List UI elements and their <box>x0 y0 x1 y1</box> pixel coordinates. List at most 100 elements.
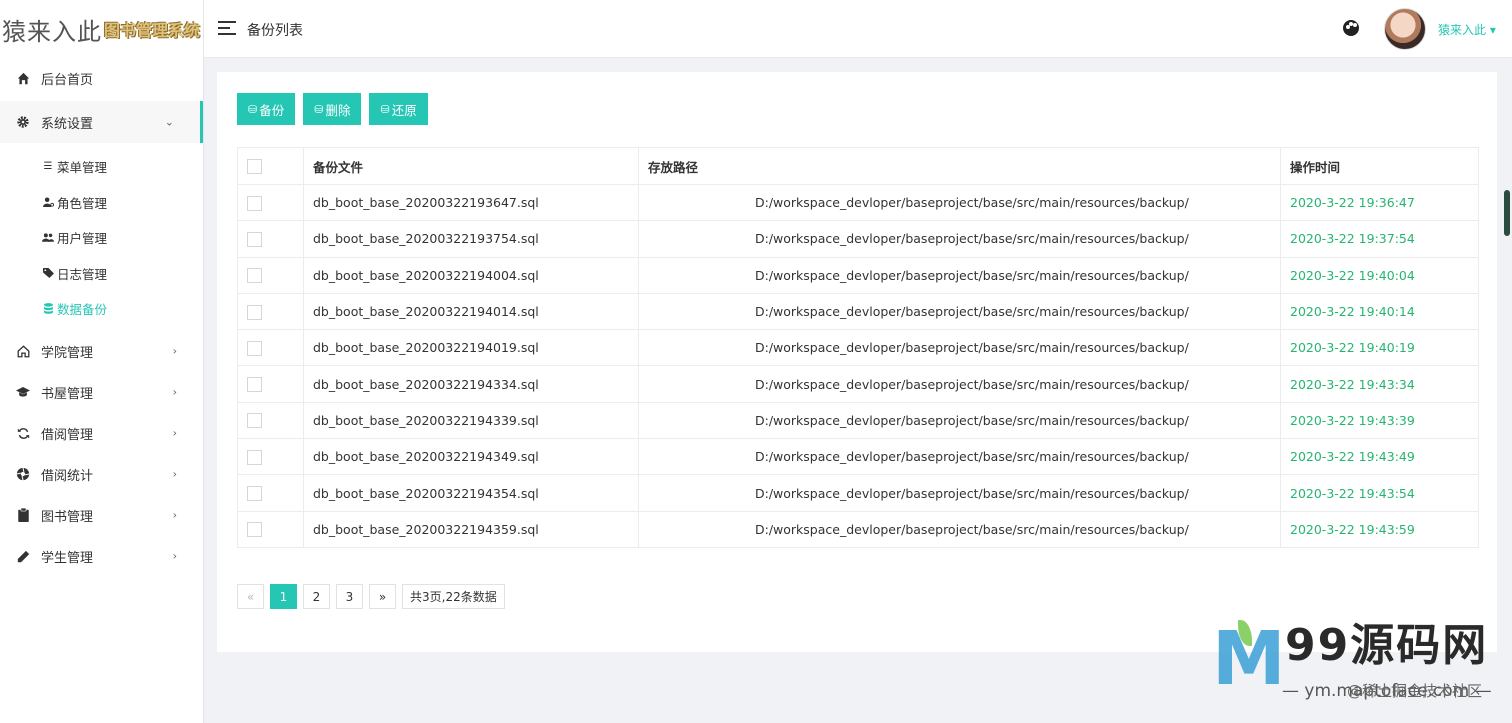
table-row[interactable]: db_boot_base_20200322194349.sql D:/worksp… <box>237 438 1479 476</box>
menu-toggle-icon[interactable] <box>218 21 236 35</box>
page-3-button[interactable]: 3 <box>336 584 363 609</box>
page-2-button[interactable]: 2 <box>303 584 330 609</box>
row-select-cell <box>237 438 304 476</box>
database-icon <box>42 303 54 315</box>
row-checkbox[interactable] <box>247 449 262 465</box>
select-all-cell <box>237 147 304 185</box>
row-select-cell <box>237 401 304 440</box>
table-row[interactable]: db_boot_base_20200322194019.sql D:/worksp… <box>237 329 1479 367</box>
operation-time-cell: 2020-3-22 19:36:47 <box>1280 183 1479 222</box>
chevron-right-icon: › <box>172 385 177 399</box>
scrollbar-thumb[interactable] <box>1504 190 1510 236</box>
list-icon: ☰ <box>43 161 53 173</box>
table-row[interactable]: db_boot_base_20200322194339.sql D:/worksp… <box>237 401 1479 440</box>
watermark-logo: M <box>1212 616 1286 702</box>
operation-time-cell: 2020-3-22 19:43:49 <box>1280 438 1479 476</box>
row-checkbox[interactable] <box>247 486 262 502</box>
pagination-summary: 共3页,22条数据 <box>402 584 505 609</box>
database-icon: ⛁ <box>248 102 258 116</box>
sidebar-subitem-label: 用户管理 <box>57 231 108 247</box>
backup-table: 备份文件 存放路径 操作时间 db_boot_base_202003221936… <box>237 147 1479 548</box>
operation-time-cell: 2020-3-22 19:43:59 <box>1280 510 1479 548</box>
backup-button-label: 备份 <box>259 102 285 118</box>
sidebar-subitem-role-management[interactable]: 角色管理 <box>0 185 203 221</box>
operation-time-cell: 2020-3-22 19:40:14 <box>1280 292 1479 331</box>
restore-button[interactable]: ⛁ 还原 <box>369 93 428 125</box>
backup-button[interactable]: ⛁ 备份 <box>237 93 296 125</box>
next-page-button[interactable]: » <box>369 584 396 609</box>
storage-path-cell: D:/workspace_devloper/baseproject/base/s… <box>638 220 1281 258</box>
sidebar-subitem-log-management[interactable]: 日志管理 <box>0 256 203 292</box>
sidebar-item-label: 借阅统计 <box>41 468 94 484</box>
row-checkbox[interactable] <box>247 340 262 356</box>
sidebar-subitem-label: 日志管理 <box>57 266 108 282</box>
sidebar-item-student-management[interactable]: 学生管理 › <box>0 536 203 577</box>
sidebar-item-home[interactable]: 后台首页 <box>0 58 203 99</box>
sidebar-item-borrow-management[interactable]: 借阅管理 › <box>0 413 203 454</box>
table-row[interactable]: db_boot_base_20200322194014.sql D:/worksp… <box>237 292 1479 331</box>
backup-file-cell: db_boot_base_20200322194004.sql <box>303 256 639 294</box>
storage-path-cell: D:/workspace_devloper/baseproject/base/s… <box>638 365 1281 403</box>
column-header-time: 操作时间 <box>1280 147 1479 185</box>
sidebar-item-label: 借阅管理 <box>41 427 94 443</box>
operation-time-cell: 2020-3-22 19:43:39 <box>1280 401 1479 440</box>
row-select-cell <box>237 183 304 222</box>
table-row[interactable]: db_boot_base_20200322194004.sql D:/worksp… <box>237 256 1479 294</box>
sidebar-item-label: 图书管理 <box>41 509 94 525</box>
table-row[interactable]: db_boot_base_20200322193754.sql D:/worksp… <box>237 220 1479 258</box>
operation-time-cell: 2020-3-22 19:43:54 <box>1280 474 1479 512</box>
logo-main-text: 猿来入此 <box>2 17 102 46</box>
app-logo[interactable]: 猿来入此 图书管理系统 <box>0 0 203 58</box>
pencil-icon <box>16 549 30 563</box>
storage-path-cell: D:/workspace_devloper/baseproject/base/s… <box>638 510 1281 548</box>
select-all-checkbox[interactable] <box>247 159 262 174</box>
sidebar-item-bookhouse-management[interactable]: 书屋管理 › <box>0 372 203 413</box>
table-row[interactable]: db_boot_base_20200322194359.sql D:/worksp… <box>237 510 1479 548</box>
watermark-text: 99源码网 <box>1285 620 1489 671</box>
top-header: 备份列表 猿来入此 ▾ <box>204 0 1512 58</box>
user-avatar[interactable] <box>1384 8 1426 50</box>
storage-path-cell: D:/workspace_devloper/baseproject/base/s… <box>638 256 1281 294</box>
row-checkbox[interactable] <box>247 268 262 284</box>
chevron-right-icon: › <box>172 467 177 481</box>
backup-file-cell: db_boot_base_20200322194359.sql <box>303 510 639 548</box>
backup-file-cell: db_boot_base_20200322194014.sql <box>303 292 639 331</box>
sidebar-item-system-settings[interactable]: 系统设置 ⌄ <box>0 101 203 143</box>
sidebar-subitem-menu-management[interactable]: ☰ 菜单管理 <box>0 149 203 185</box>
delete-button-label: 删除 <box>325 102 351 118</box>
row-select-cell <box>237 365 304 403</box>
table-row[interactable]: db_boot_base_20200322193647.sql D:/worksp… <box>237 183 1479 222</box>
backup-file-cell: db_boot_base_20200322194019.sql <box>303 329 639 367</box>
user-menu-dropdown[interactable]: 猿来入此 ▾ <box>1438 21 1496 38</box>
chevron-right-icon: › <box>172 549 177 563</box>
delete-button[interactable]: ⛁ 删除 <box>303 93 362 125</box>
row-checkbox[interactable] <box>247 522 262 538</box>
palette-icon[interactable] <box>1343 20 1359 36</box>
sidebar-subitem-user-management[interactable]: 用户管理 <box>0 220 203 256</box>
database-icon: ⛁ <box>380 102 390 116</box>
storage-path-cell: D:/workspace_devloper/baseproject/base/s… <box>638 292 1281 331</box>
operation-time-cell: 2020-3-22 19:37:54 <box>1280 220 1479 258</box>
page-1-button[interactable]: 1 <box>270 584 297 609</box>
chevron-right-icon: › <box>172 426 177 440</box>
sidebar-item-label: 学生管理 <box>41 550 94 566</box>
storage-path-cell: D:/workspace_devloper/baseproject/base/s… <box>638 474 1281 512</box>
sidebar-item-borrow-statistics[interactable]: 借阅统计 › <box>0 454 203 495</box>
table-row[interactable]: db_boot_base_20200322194334.sql D:/worksp… <box>237 365 1479 403</box>
table-row[interactable]: db_boot_base_20200322194354.sql D:/worksp… <box>237 474 1479 512</box>
row-checkbox[interactable] <box>247 413 262 429</box>
sidebar-subitem-label: 数据备份 <box>57 302 108 318</box>
prev-page-button[interactable]: « <box>237 584 264 609</box>
sidebar-subitem-label: 菜单管理 <box>57 160 108 176</box>
row-checkbox[interactable] <box>247 377 262 393</box>
row-checkbox[interactable] <box>247 231 262 247</box>
aperture-icon <box>16 467 30 481</box>
row-checkbox[interactable] <box>247 304 262 320</box>
sidebar-item-book-management[interactable]: 图书管理 › <box>0 495 203 536</box>
sidebar-item-college-management[interactable]: 学院管理 › <box>0 331 203 372</box>
chevron-right-icon: › <box>172 344 177 358</box>
users-icon <box>42 233 54 243</box>
sidebar-subitem-data-backup[interactable]: 数据备份 <box>0 291 203 327</box>
storage-path-cell: D:/workspace_devloper/baseproject/base/s… <box>638 438 1281 476</box>
row-checkbox[interactable] <box>247 195 262 211</box>
